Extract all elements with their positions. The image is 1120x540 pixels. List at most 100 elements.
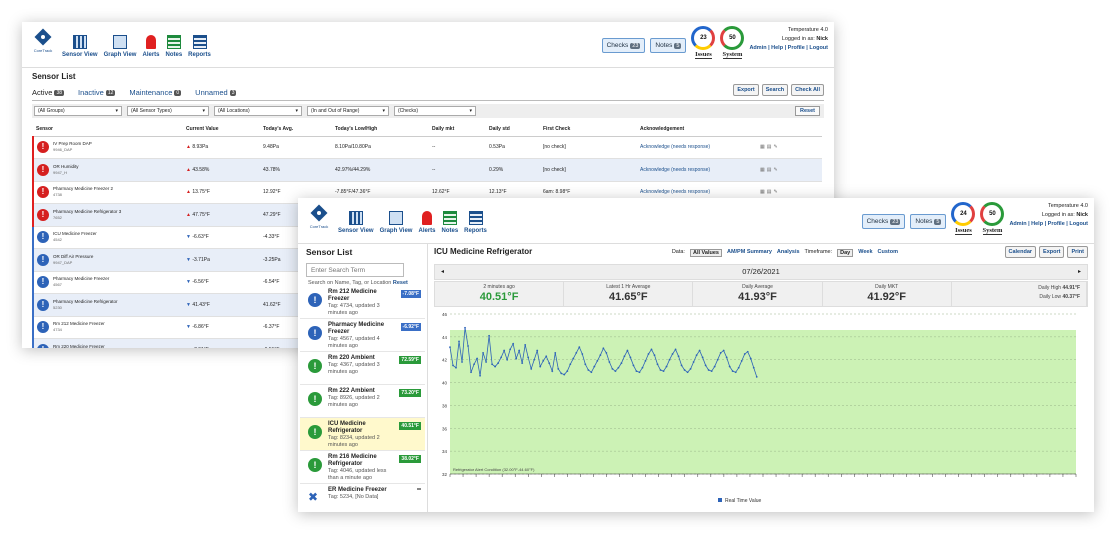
tab-inactive[interactable]: Inactive 12 xyxy=(78,88,116,97)
data-point xyxy=(560,372,563,375)
list-item[interactable]: ! Rm 216 Medicine Refrigerator Tag: 4046, … xyxy=(300,451,425,484)
nav-sensor-view[interactable]: Sensor View xyxy=(338,211,374,234)
edit-icon[interactable]: ✎ xyxy=(773,144,779,150)
chevron-left-icon[interactable]: ◂ xyxy=(441,265,444,279)
table-row[interactable]: ! IV Prep Room DAP 9946_DAP ▲ 8.93Pa 9.48Pa 8… xyxy=(32,136,822,159)
checks-button[interactable]: Checks 23 xyxy=(861,214,906,229)
timeframe-week[interactable]: Week xyxy=(858,249,872,257)
column-header[interactable]: First Check xyxy=(540,122,637,137)
sensor-cell[interactable]: ! Rm 212 Medicine Freezer 4734 xyxy=(32,316,183,339)
data-ampm-summary[interactable]: AM/PM Summary xyxy=(727,249,772,257)
notes-icon[interactable]: ▦ xyxy=(760,189,767,195)
nav-sensor-view[interactable]: Sensor View xyxy=(62,35,98,58)
chevron-right-icon[interactable]: ▸ xyxy=(1078,265,1081,279)
search-input[interactable] xyxy=(306,263,404,277)
sensor-cell[interactable]: ! OR Diff Air Pressure 9947_DAP xyxy=(32,248,183,272)
sensor-cell[interactable]: !Rm 220 Medicine Freezer4463 xyxy=(32,338,183,348)
nav-notes[interactable]: Notes xyxy=(442,211,458,234)
list-item[interactable]: ✖ ER Medicine Freezer Tag: 5234, [No Data] xyxy=(300,484,425,512)
issues-gauge[interactable]: 23 Issues xyxy=(691,26,716,59)
location-filter[interactable]: (All Locations) ▾ xyxy=(214,106,302,116)
sensor-cell[interactable]: ! Pharmacy Medicine Freezer 4567 xyxy=(32,271,183,294)
column-header[interactable]: Daily mkt xyxy=(429,122,486,137)
export-button[interactable]: Export xyxy=(733,84,759,96)
search-button[interactable]: Search xyxy=(761,84,789,96)
sensor-cell[interactable]: ! IV Prep Room DAP 9946_DAP xyxy=(32,136,183,159)
nav-alerts[interactable]: Alerts xyxy=(142,35,160,58)
calendar-button[interactable]: Calendar xyxy=(1004,246,1037,258)
data-point xyxy=(731,370,734,373)
notes-icon[interactable]: ▦ xyxy=(760,167,767,173)
column-header[interactable]: Today's Low/High xyxy=(332,122,429,137)
issues-gauge[interactable]: 24 Issues xyxy=(951,202,976,235)
nav-reports[interactable]: Reports xyxy=(188,35,211,58)
data-point xyxy=(548,362,551,365)
logo[interactable]: CoreTrack xyxy=(306,204,332,234)
sensor-cell[interactable]: ! Pharmacy Medicine Refrigerator 5230 xyxy=(32,293,183,317)
checks-button[interactable]: Checks 23 xyxy=(601,38,646,53)
list-item[interactable]: ! ICU Medicine Refrigerator Tag: 8234, upd… xyxy=(300,418,425,451)
nav-reports[interactable]: Reports xyxy=(464,211,487,234)
timeframe-day[interactable]: Day xyxy=(837,249,854,257)
siren-icon xyxy=(421,211,432,225)
sensor-type-filter[interactable]: (All Sensor Types) ▾ xyxy=(127,106,209,116)
notes-button[interactable]: Notes 5 xyxy=(910,214,947,229)
tab-count: 0 xyxy=(174,89,182,96)
status-icon: ! xyxy=(37,253,49,266)
reset-button[interactable]: Reset xyxy=(795,106,820,116)
sensor-cell[interactable]: ! Pharmacy Medicine Refrigerator 3 7652 xyxy=(32,203,183,227)
checks-filter[interactable]: (Checks) ▾ xyxy=(394,106,476,116)
status-icon: ! xyxy=(37,298,49,311)
data-analysis[interactable]: Analysis xyxy=(777,249,800,257)
daily-high-label: Daily High xyxy=(1038,285,1062,291)
column-header[interactable]: Daily std xyxy=(486,122,540,137)
column-header[interactable]: Acknowledgement xyxy=(637,122,757,137)
nav-alerts[interactable]: Alerts xyxy=(418,211,436,234)
main-nav: CoreTrack Sensor View Graph View Alerts … xyxy=(30,28,211,58)
list-item[interactable]: ! Rm 212 Medicine Freezer Tag: 4734, updat… xyxy=(300,286,425,319)
data-point xyxy=(581,353,584,355)
check-all-button[interactable]: Check All xyxy=(791,84,824,96)
ack-link[interactable]: Acknowledge (needs response) xyxy=(637,158,757,182)
column-header[interactable]: Current Value xyxy=(183,122,260,137)
status-icon: ! xyxy=(308,326,322,340)
column-header[interactable]: Sensor xyxy=(33,122,183,137)
system-gauge[interactable]: 50 System xyxy=(980,202,1005,235)
notes-button[interactable]: Notes 5 xyxy=(650,38,687,53)
range-filter[interactable]: (In and Out of Range) ▾ xyxy=(307,106,389,116)
list-item[interactable]: ! Pharmacy Medicine Freezer Tag: 4567, upd… xyxy=(300,319,425,352)
group-filter[interactable]: (All Groups) ▾ xyxy=(34,106,122,116)
timeframe-custom[interactable]: Custom xyxy=(878,249,898,257)
sensor-cell[interactable]: ! Pharmacy Medicine Freezer 2 4738 xyxy=(32,181,183,204)
ack-link[interactable]: Acknowledge (needs response) xyxy=(637,136,757,159)
table-row[interactable]: ! OR Humidity 9947_H ▲ 43.58% 43.78% 42.97%/4… xyxy=(32,158,822,182)
legend-label: Real Time Value xyxy=(725,498,762,504)
export-button[interactable]: Export xyxy=(1039,246,1065,258)
edit-icon[interactable]: ✎ xyxy=(773,167,779,173)
nav-graph-view[interactable]: Graph View xyxy=(380,211,412,234)
list-item[interactable]: ! Rm 222 Ambient Tag: 8926, updated 2 minu… xyxy=(300,385,425,418)
print-button[interactable]: Print xyxy=(1067,246,1088,258)
current-value: 41.43°F xyxy=(192,301,210,308)
notes-icon[interactable]: ▦ xyxy=(760,144,767,150)
header-right: Checks 23 Notes 5 23 Issues 50 System Temper… xyxy=(601,26,828,59)
arrow-up-icon: ▲ xyxy=(186,144,191,151)
logo[interactable]: CoreTrack xyxy=(30,28,56,58)
checks-count: 23 xyxy=(630,43,641,49)
tab-unnamed[interactable]: Unnamed 3 xyxy=(195,88,237,97)
list-item[interactable]: ! Rm 220 Ambient Tag: 4367, updated 3 minu… xyxy=(300,352,425,385)
tab-maintenance[interactable]: Maintenance 0 xyxy=(129,88,182,97)
data-all-values[interactable]: All Values xyxy=(689,249,722,257)
system-gauge[interactable]: 50 System xyxy=(720,26,745,59)
tab-active[interactable]: Active 38 xyxy=(32,88,64,97)
column-header[interactable]: Today's Avg. xyxy=(260,122,332,137)
data-point xyxy=(506,358,509,361)
user-links[interactable]: Admin | Help | Profile | Logout xyxy=(1009,220,1088,229)
nav-notes[interactable]: Notes xyxy=(166,35,182,58)
nav-graph-view[interactable]: Graph View xyxy=(104,35,136,58)
edit-icon[interactable]: ✎ xyxy=(773,189,779,195)
sensor-cell[interactable]: ! ICU Medicine Freezer 4542 xyxy=(32,226,183,249)
sensor-cell[interactable]: ! OR Humidity 9947_H xyxy=(32,158,183,182)
sensor-name: Pharmacy Medicine Freezer 2 xyxy=(53,186,114,192)
user-links[interactable]: Admin | Help | Profile | Logout xyxy=(749,44,828,53)
